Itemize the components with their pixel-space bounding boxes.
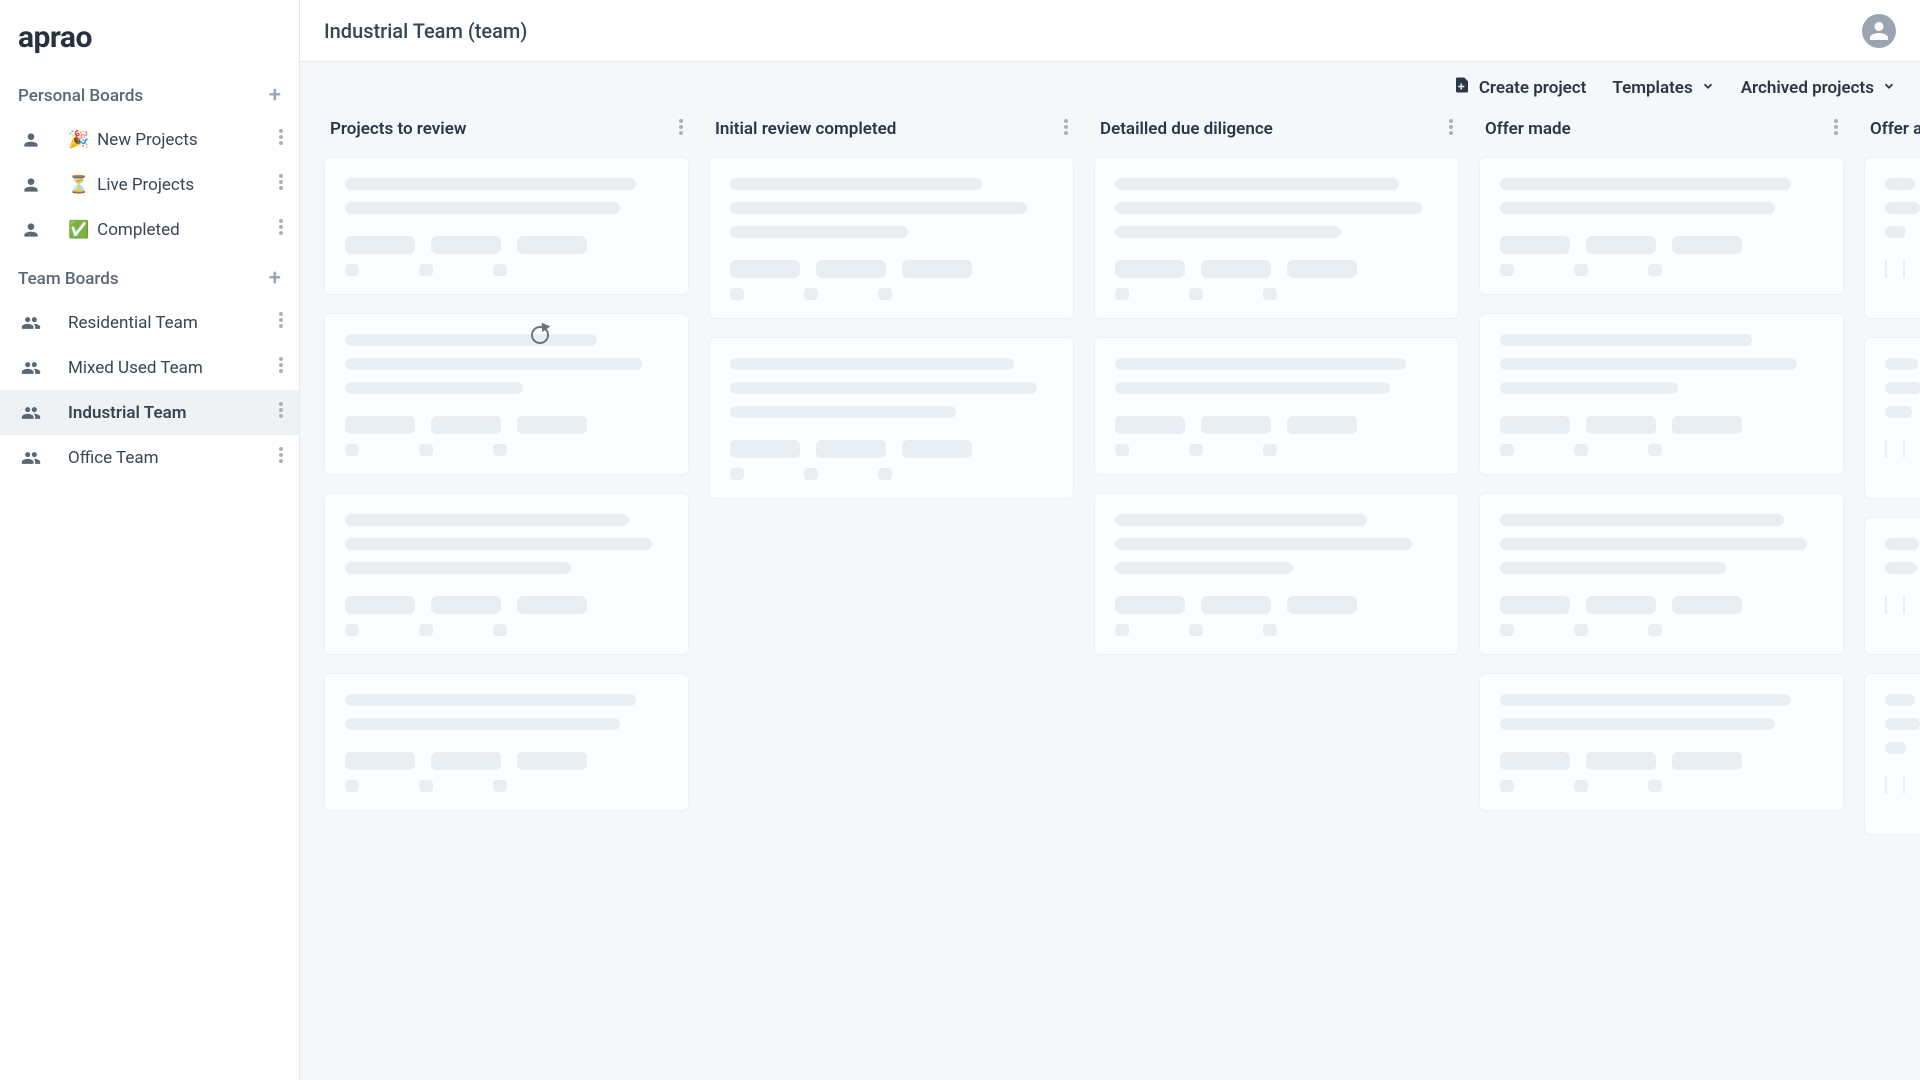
action-bar: Create project Templates Archived projec… xyxy=(300,62,1920,109)
column-title: Offer ac xyxy=(1870,119,1920,139)
column-header: Projects to review xyxy=(324,109,689,157)
board-label: Industrial Team xyxy=(68,403,273,423)
more-icon[interactable] xyxy=(679,119,683,139)
board-label: Office Team xyxy=(68,448,273,468)
main: Industrial Team (team) Create project Te… xyxy=(300,0,1920,1080)
user-avatar-icon[interactable] xyxy=(1862,14,1896,48)
column-header: Offer made xyxy=(1479,109,1844,157)
sidebar-item-personal[interactable]: ⏳ Live Projects xyxy=(0,162,299,207)
chevron-down-icon xyxy=(1882,78,1896,98)
kanban-column: Offer made xyxy=(1479,109,1844,1080)
person-icon xyxy=(18,130,44,150)
more-icon[interactable] xyxy=(273,174,289,195)
project-card[interactable] xyxy=(709,157,1074,319)
more-icon[interactable] xyxy=(273,357,289,378)
personal-boards-header: Personal Boards + xyxy=(0,69,299,117)
project-card[interactable] xyxy=(324,493,689,655)
person-icon xyxy=(18,175,44,195)
column-body xyxy=(709,157,1074,539)
kanban-column: Detailled due diligence xyxy=(1094,109,1459,1080)
person-icon xyxy=(18,220,44,240)
sidebar-item-team[interactable]: Residential Team xyxy=(0,300,299,345)
project-card[interactable] xyxy=(1864,673,1920,835)
personal-boards-label: Personal Boards xyxy=(18,86,143,106)
more-icon[interactable] xyxy=(1449,119,1453,139)
group-icon xyxy=(18,313,44,333)
team-board-list: Residential Team Mixed Used Team Industr… xyxy=(0,300,299,480)
page-title: Industrial Team (team) xyxy=(324,19,527,43)
more-icon[interactable] xyxy=(273,402,289,423)
board-label: New Projects xyxy=(97,130,273,150)
create-project-button[interactable]: Create project xyxy=(1453,76,1587,99)
project-card[interactable] xyxy=(1864,517,1920,655)
project-card[interactable] xyxy=(1094,157,1459,319)
kanban-board[interactable]: Projects to review Initial review comple… xyxy=(300,109,1920,1080)
sidebar-item-team[interactable]: Industrial Team xyxy=(0,390,299,435)
column-body xyxy=(1864,157,1920,875)
sidebar-item-personal[interactable]: ✅ Completed xyxy=(0,207,299,252)
board-label: Residential Team xyxy=(68,313,273,333)
column-body xyxy=(1479,157,1844,851)
more-icon[interactable] xyxy=(1064,119,1068,139)
project-card[interactable] xyxy=(709,337,1074,499)
brand-logo[interactable]: aprao xyxy=(18,20,281,55)
sidebar-item-personal[interactable]: 🎉 New Projects xyxy=(0,117,299,162)
board-emoji: 🎉 xyxy=(68,130,89,150)
group-icon xyxy=(18,358,44,378)
project-card[interactable] xyxy=(1094,337,1459,475)
project-card[interactable] xyxy=(1479,157,1844,295)
column-header: Detailled due diligence xyxy=(1094,109,1459,157)
team-boards-header: Team Boards + xyxy=(0,252,299,300)
more-icon[interactable] xyxy=(273,129,289,150)
board-emoji: ✅ xyxy=(68,220,89,240)
templates-label: Templates xyxy=(1612,78,1692,98)
column-header: Initial review completed xyxy=(709,109,1074,157)
column-title: Detailled due diligence xyxy=(1100,119,1273,139)
project-card[interactable] xyxy=(1479,493,1844,655)
project-card[interactable] xyxy=(324,157,689,295)
project-card[interactable] xyxy=(324,673,689,811)
more-icon[interactable] xyxy=(273,312,289,333)
project-card[interactable] xyxy=(1864,157,1920,319)
sidebar-item-team[interactable]: Mixed Used Team xyxy=(0,345,299,390)
topbar: Industrial Team (team) xyxy=(300,0,1920,62)
board-emoji: ⏳ xyxy=(68,175,89,195)
project-card[interactable] xyxy=(1479,313,1844,475)
group-icon xyxy=(18,403,44,423)
column-header: Offer ac xyxy=(1864,109,1920,157)
more-icon[interactable] xyxy=(1834,119,1838,139)
column-body xyxy=(1094,157,1459,695)
kanban-column: Projects to review xyxy=(324,109,689,1080)
personal-board-list: 🎉 New Projects ⏳ Live Projects ✅ Complet… xyxy=(0,117,299,252)
create-project-icon xyxy=(1453,76,1471,99)
add-personal-board-icon[interactable]: + xyxy=(269,85,281,107)
more-icon[interactable] xyxy=(273,219,289,240)
sidebar: aprao Personal Boards + 🎉 New Projects ⏳… xyxy=(0,0,300,1080)
create-project-label: Create project xyxy=(1479,78,1587,98)
templates-button[interactable]: Templates xyxy=(1612,78,1714,98)
archived-projects-button[interactable]: Archived projects xyxy=(1741,78,1896,98)
board-label: Mixed Used Team xyxy=(68,358,273,378)
project-card[interactable] xyxy=(324,313,689,475)
kanban-column: Offer ac xyxy=(1864,109,1920,1080)
column-title: Offer made xyxy=(1485,119,1571,139)
more-icon[interactable] xyxy=(273,447,289,468)
board-label: Live Projects xyxy=(97,175,273,195)
project-card[interactable] xyxy=(1479,673,1844,811)
group-icon xyxy=(18,448,44,468)
column-title: Projects to review xyxy=(330,119,466,139)
board-label: Completed xyxy=(97,220,273,240)
chevron-down-icon xyxy=(1701,78,1715,98)
column-body xyxy=(324,157,689,851)
project-card[interactable] xyxy=(1864,337,1920,499)
project-card[interactable] xyxy=(1094,493,1459,655)
add-team-board-icon[interactable]: + xyxy=(269,268,281,290)
team-boards-label: Team Boards xyxy=(18,269,119,289)
column-title: Initial review completed xyxy=(715,119,896,139)
sidebar-item-team[interactable]: Office Team xyxy=(0,435,299,480)
archived-projects-label: Archived projects xyxy=(1741,78,1874,98)
kanban-column: Initial review completed xyxy=(709,109,1074,1080)
